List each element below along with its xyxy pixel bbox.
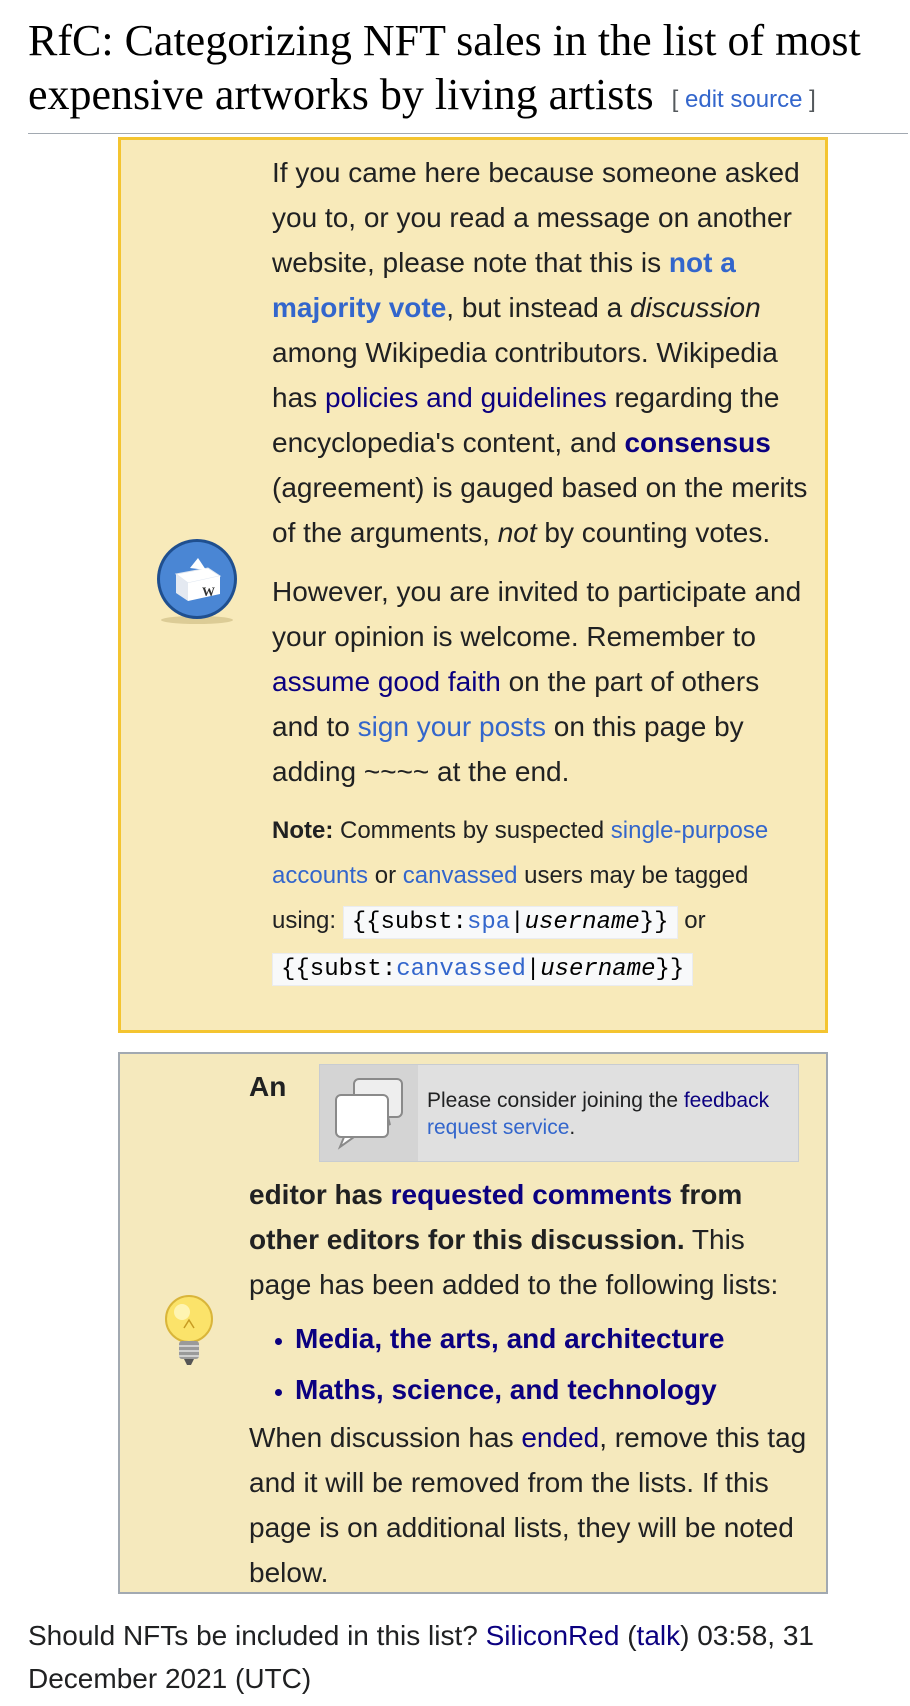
user-link[interactable]: SiliconRed bbox=[486, 1620, 620, 1651]
edit-source-link[interactable]: edit source bbox=[685, 86, 802, 113]
rfc-notice: Please consider joining the feedback requ… bbox=[118, 1052, 828, 1594]
requested-comments-link[interactable]: requested comments bbox=[391, 1179, 673, 1210]
not-a-vote-notice: W If you came here because someone asked… bbox=[118, 137, 828, 1033]
ballot-box-icon: W bbox=[154, 538, 240, 624]
edit-section: [ edit source ] bbox=[671, 86, 816, 113]
list-item[interactable]: Media, the arts, and architecture bbox=[295, 1313, 809, 1364]
notice-content: If you came here because someone asked y… bbox=[272, 150, 812, 992]
notice-note: Note: Comments by suspected single-purpo… bbox=[272, 808, 812, 992]
sign-your-posts-link[interactable]: sign your posts bbox=[358, 711, 546, 742]
rfc-ending-text: When discussion has ended, remove this t… bbox=[249, 1422, 807, 1588]
section-heading: RfC: Categorizing NFT sales in the list … bbox=[28, 14, 908, 134]
notice-paragraph-2: However, you are invited to participate … bbox=[272, 576, 802, 787]
rfc-question: Should NFTs be included in this list? Si… bbox=[28, 1620, 815, 1694]
rfc-content: An editor has requested comments from ot… bbox=[249, 1064, 809, 1595]
talk-link[interactable]: talk bbox=[637, 1620, 681, 1651]
rfc-lists: Media, the arts, and architecture Maths,… bbox=[249, 1313, 809, 1415]
notice-paragraph-1: If you came here because someone asked y… bbox=[272, 157, 808, 548]
svg-text:W: W bbox=[202, 584, 215, 599]
canvassed-link[interactable]: canvassed bbox=[403, 862, 518, 889]
policies-guidelines-link[interactable]: policies and guidelines bbox=[325, 382, 607, 413]
spa-template-code: {{subst:spa|username}} bbox=[342, 906, 678, 939]
rfc-intro-row: An bbox=[249, 1071, 287, 1102]
rfc-text: editor has requested comments from other… bbox=[249, 1179, 779, 1300]
canvassed-template-link[interactable]: canvassed bbox=[396, 956, 526, 983]
assume-good-faith-link[interactable]: assume good faith bbox=[272, 666, 501, 697]
list-item[interactable]: Maths, science, and technology bbox=[295, 1364, 809, 1415]
lightbulb-icon bbox=[158, 1292, 228, 1374]
spa-template-link[interactable]: spa bbox=[467, 909, 510, 936]
ended-link[interactable]: ended bbox=[521, 1422, 599, 1453]
consensus-link[interactable]: consensus bbox=[624, 427, 770, 458]
canvassed-template-code: {{subst:canvassed|username}} bbox=[272, 953, 694, 986]
